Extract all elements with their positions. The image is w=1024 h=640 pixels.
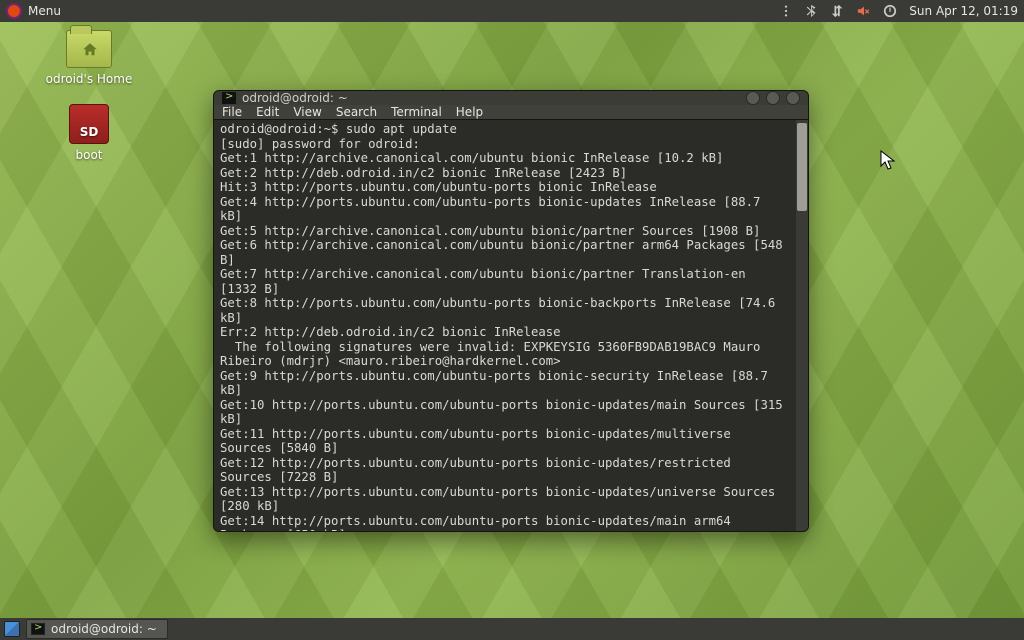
distro-logo-icon[interactable] (6, 3, 22, 19)
window-titlebar[interactable]: odroid@odroid: ~ (214, 91, 808, 105)
minimize-button[interactable] (746, 91, 760, 105)
bluetooth-icon[interactable] (805, 4, 819, 18)
home-folder-label: odroid's Home (46, 72, 133, 86)
clock[interactable]: Sun Apr 12, 01:19 (909, 4, 1018, 18)
menu-search[interactable]: Search (336, 105, 377, 119)
menu-edit[interactable]: Edit (256, 105, 279, 119)
menu-help[interactable]: Help (456, 105, 483, 119)
terminal-body: odroid@odroid:~$ sudo apt update [sudo] … (214, 120, 808, 532)
applications-menu[interactable]: Menu (28, 4, 61, 18)
boot-volume-label: boot (75, 148, 102, 162)
power-icon[interactable] (883, 4, 897, 18)
home-folder[interactable]: odroid's Home (34, 30, 144, 86)
terminal-window[interactable]: odroid@odroid: ~ File Edit View Search T… (213, 90, 809, 532)
window-title: odroid@odroid: ~ (242, 91, 348, 105)
boot-volume[interactable]: SD boot (34, 104, 144, 162)
scrollbar-thumb[interactable] (797, 123, 807, 211)
terminal-output[interactable]: odroid@odroid:~$ sudo apt update [sudo] … (214, 120, 796, 532)
mouse-cursor-icon (880, 150, 896, 176)
taskbar-terminal-entry[interactable]: odroid@odroid: ~ (26, 619, 168, 639)
menu-file[interactable]: File (222, 105, 242, 119)
terminal-scrollbar[interactable]: ▾ (796, 120, 808, 532)
show-desktop-button[interactable] (4, 621, 20, 637)
folder-home-icon (66, 30, 112, 68)
network-icon[interactable] (831, 4, 845, 18)
terminal-icon (31, 623, 45, 635)
terminal-menubar: File Edit View Search Terminal Help (214, 105, 808, 120)
taskbar-terminal-label: odroid@odroid: ~ (51, 622, 157, 636)
bottom-panel: odroid@odroid: ~ (0, 618, 1024, 640)
sd-card-icon: SD (69, 104, 109, 144)
desktop-icons: odroid's Home SD boot (34, 30, 144, 162)
maximize-button[interactable] (766, 91, 780, 105)
close-button[interactable] (786, 91, 800, 105)
volume-muted-icon[interactable] (857, 4, 871, 18)
top-panel: Menu Sun Apr 12, 01:19 (0, 0, 1024, 22)
terminal-icon (222, 92, 236, 104)
menu-view[interactable]: View (293, 105, 321, 119)
overflow-icon[interactable] (779, 4, 793, 18)
system-tray: Sun Apr 12, 01:19 (779, 4, 1018, 18)
menu-terminal[interactable]: Terminal (391, 105, 442, 119)
